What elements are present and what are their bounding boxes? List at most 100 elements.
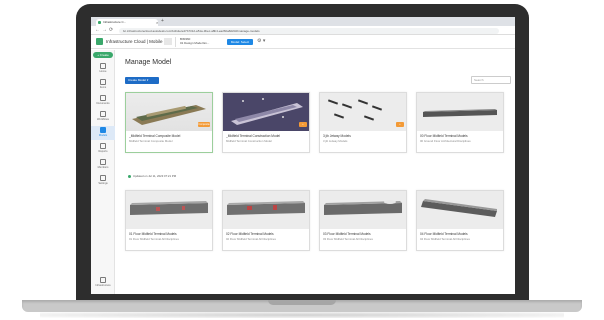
tab-title: Infrastructure C... (103, 20, 127, 24)
new-tab-button[interactable]: + (161, 18, 164, 24)
model-thumbnail (223, 93, 309, 131)
model-thumbnail (126, 191, 212, 229)
sidebar: + Create Home Items Documents Workflows … (91, 50, 115, 294)
main-content: Manage Model Create Model ▾ Search Compo… (116, 50, 515, 294)
card-title: 00 Floor Midfield Terminal Models (420, 134, 468, 138)
card-title: _Midfield Terminal Construction Model (226, 134, 280, 138)
sidebar-item-members[interactable]: Members (91, 158, 115, 172)
model-badge[interactable]: Model: Select (227, 39, 253, 45)
browser-tabbar: Infrastructure C... × + (91, 17, 515, 26)
sidebar-item-label: Settings (98, 182, 108, 185)
composite-badge: Composite (198, 122, 210, 127)
sidebar-footer[interactable]: Infrastructure (91, 276, 115, 290)
card-title: 03 Floor Midfield Terminal Models (323, 232, 371, 236)
floor-03-image (324, 200, 402, 215)
sidebar-item-home[interactable]: Home (91, 62, 115, 76)
sidebar-item-documents[interactable]: Documents (91, 94, 115, 108)
documents-icon (100, 95, 106, 101)
card-title: _Midfield Terminal Composite Model (129, 134, 181, 138)
status-dot-icon (128, 174, 131, 178)
app-name: Infrastructure Cloud | Mobile (106, 39, 163, 44)
project-thumbnail-icon (164, 38, 172, 45)
model-thumbnail (320, 191, 406, 229)
laptop-notch (268, 300, 336, 305)
favicon-icon (98, 21, 101, 24)
updated-status: Updated on Jul 11, 2023 07:21 PM (128, 174, 176, 178)
model-card[interactable]: 02 Floor Midfield Terminal Models 02 Flo… (222, 190, 310, 251)
sidebar-item-label: Workflows (97, 118, 109, 121)
settings-icon (100, 175, 106, 181)
card-subtitle: 3 jib Jetway Models (323, 139, 348, 143)
model-card[interactable]: 00 Floor Midfield Terminal Models 00 Gro… (416, 92, 504, 153)
sidebar-item-label: Members (97, 166, 109, 169)
sidebar-item-label: Reports (98, 150, 108, 153)
model-card[interactable]: + _Midfield Terminal Construction Model … (222, 92, 310, 153)
laptop-shadow (40, 312, 564, 318)
floor-02-image (227, 201, 305, 215)
sidebar-item-workflows[interactable]: Workflows (91, 110, 115, 124)
model-thumbnail (223, 191, 309, 229)
home-icon (100, 63, 106, 69)
sidebar-item-label: Home (99, 70, 107, 73)
model-badge-plus: + (299, 122, 307, 127)
floor-00-image (423, 109, 497, 117)
page-title: Manage Model (125, 59, 172, 66)
sidebar-item-label: Models (98, 134, 108, 137)
floor-04-image (421, 199, 497, 217)
model-card[interactable]: 01 Floor Midfield Terminal Models 01 Flo… (125, 190, 213, 251)
infrastructure-icon (100, 277, 106, 283)
model-card[interactable]: Composite _Midfield Terminal Composite M… (125, 92, 213, 153)
model-badge-plus: + (396, 122, 404, 127)
sidebar-item-items[interactable]: Items (91, 78, 115, 92)
card-subtitle: 03 Floor Midfield Terminal All Disciplin… (323, 237, 373, 241)
updated-text: Updated on Jul 11, 2023 07:21 PM (133, 174, 177, 178)
settings-gear-icon[interactable]: ⚙ ▾ (257, 38, 265, 44)
model-card[interactable]: + 3 jib Jetway Models 3 jib Jetway Model… (319, 92, 407, 153)
model-thumbnail (417, 191, 503, 229)
models-icon (100, 127, 106, 133)
model-card[interactable]: 04 Floor Midfield Terminal Models 04 Flo… (416, 190, 504, 251)
card-subtitle: Midfield Terminal Composite Model (129, 139, 173, 143)
card-title: 02 Floor Midfield Terminal Models (226, 232, 274, 236)
create-model-button[interactable]: Create Model ▾ (125, 77, 159, 84)
laptop-screen: Infrastructure C... × + ← → ⟳ bc.infrast… (91, 17, 515, 294)
sidebar-item-reports[interactable]: Reports (91, 142, 115, 156)
app-header: Infrastructure Cloud | Mobile BIM360 01 … (91, 35, 515, 49)
card-subtitle: 04 Floor Midfield Terminal All Disciplin… (420, 237, 470, 241)
sidebar-item-models[interactable]: Models (91, 126, 115, 140)
browser-tab[interactable]: Infrastructure C... × (96, 19, 158, 26)
card-subtitle: 00 Ground Floor Architectural Discipline… (420, 139, 471, 143)
card-subtitle: 02 Floor Midfield Terminal All Disciplin… (226, 237, 276, 241)
members-icon (100, 159, 106, 165)
card-title: 3 jib Jetway Models (323, 134, 351, 138)
terminal-construction-image (231, 98, 303, 125)
sidebar-item-label: Documents (96, 102, 110, 105)
create-button[interactable]: + Create (93, 52, 113, 58)
sidebar-footer-label: Infrastructure (95, 284, 111, 287)
project-selector[interactable]: BIM360 01 Design Model Ex... (164, 37, 223, 47)
workflow-icon (100, 111, 106, 117)
card-subtitle: Midfield Terminal Construction Model (226, 139, 272, 143)
browser-address-bar: ← → ⟳ bc.infrastructurecloud.autodesk.co… (91, 26, 515, 35)
url-field[interactable]: bc.infrastructurecloud.autodesk.com/bd/s… (119, 27, 499, 34)
app-logo-icon[interactable] (96, 38, 103, 45)
items-icon (100, 79, 106, 85)
sidebar-item-settings[interactable]: Settings (91, 174, 115, 188)
tab-close-icon[interactable]: × (156, 19, 158, 26)
project-subtitle: 01 Design Model Ex... (180, 41, 210, 45)
model-card[interactable]: 03 Floor Midfield Terminal Models 03 Flo… (319, 190, 407, 251)
search-input[interactable]: Search (471, 76, 511, 84)
card-title: 01 Floor Midfield Terminal Models (129, 232, 177, 236)
jetway-models-image (327, 99, 383, 121)
forward-icon[interactable]: → (102, 27, 107, 33)
card-title: 04 Floor Midfield Terminal Models (420, 232, 468, 236)
card-subtitle: 01 Floor Midfield Terminal All Disciplin… (129, 237, 179, 241)
sidebar-item-label: Items (99, 86, 107, 89)
laptop-mockup: Infrastructure C... × + ← → ⟳ bc.infrast… (0, 0, 604, 320)
reload-icon[interactable]: ⟳ (109, 27, 113, 33)
model-thumbnail (417, 93, 503, 131)
floor-01-image (130, 201, 208, 215)
reports-icon (100, 143, 106, 149)
back-icon[interactable]: ← (95, 27, 100, 33)
model-thumbnail (320, 93, 406, 131)
